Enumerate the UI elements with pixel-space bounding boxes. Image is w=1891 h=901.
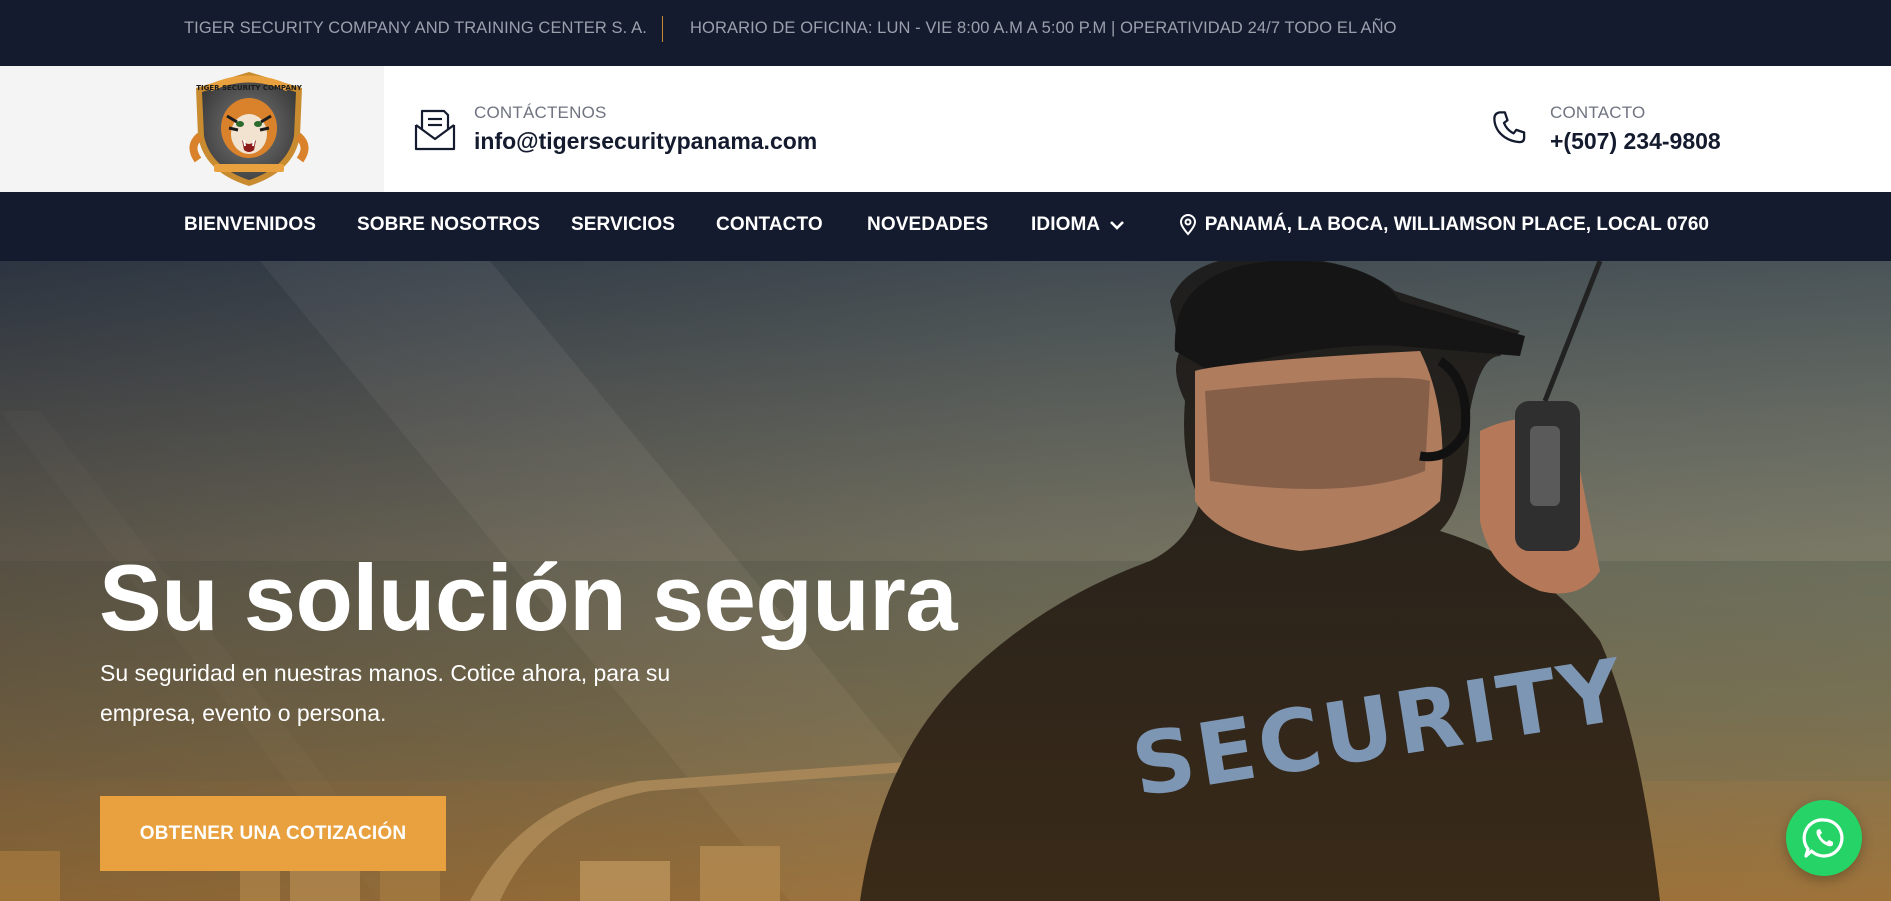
phone-label: CONTACTO	[1550, 103, 1646, 122]
nav-item-idioma-label: IDIOMA	[1031, 214, 1100, 235]
hero-title: Su solución segura	[99, 545, 958, 650]
phone-icon	[1488, 106, 1534, 152]
nav-item-bienvenidos[interactable]: BIENVENIDOS	[184, 214, 316, 236]
nav-item-contacto[interactable]: CONTACTO	[716, 214, 823, 236]
topbar-divider	[662, 16, 663, 42]
svg-text:TIGER SECURITY COMPANY: TIGER SECURITY COMPANY	[196, 84, 302, 92]
envelope-icon	[412, 106, 458, 152]
email-label: CONTÁCTENOS	[474, 103, 607, 122]
hero-subtitle: Su seguridad en nuestras manos. Cotice a…	[100, 660, 671, 726]
nav-address: PANAMÁ, LA BOCA, WILLIAMSON PLACE, LOCAL…	[1179, 214, 1709, 236]
company-name: TIGER SECURITY COMPANY AND TRAINING CENT…	[184, 19, 647, 37]
site-header: TIGER SECURITY COMPANY CONTÁCTENOS info@…	[0, 66, 1891, 192]
email-address[interactable]: info@tigersecuritypanama.com	[474, 128, 817, 155]
hero-section: SECURITY Su solución segura Su seguridad…	[0, 261, 1891, 901]
office-hours: HORARIO DE OFICINA: LUN - VIE 8:00 A.M A…	[690, 19, 1397, 37]
whatsapp-button[interactable]	[1786, 800, 1862, 876]
nav-item-servicios[interactable]: SERVICIOS	[571, 214, 675, 236]
nav-item-sobre-nosotros[interactable]: SOBRE NOSOTROS	[357, 214, 540, 236]
nav-item-novedades[interactable]: NOVEDADES	[867, 214, 988, 236]
email-contact: CONTÁCTENOS info@tigersecuritypanama.com	[412, 66, 817, 192]
phone-contact: CONTACTO +(507) 234-9808	[1488, 66, 1721, 192]
tiger-security-logo[interactable]: TIGER SECURITY COMPANY	[182, 66, 316, 192]
phone-number[interactable]: +(507) 234-9808	[1550, 128, 1721, 155]
top-info-bar: TIGER SECURITY COMPANY AND TRAINING CENT…	[0, 0, 1891, 66]
nav-item-idioma[interactable]: IDIOMA	[1031, 214, 1125, 236]
main-navigation: BIENVENIDOS SOBRE NOSOTROS SERVICIOS CON…	[0, 192, 1891, 261]
whatsapp-icon	[1802, 818, 1844, 858]
address-text: PANAMÁ, LA BOCA, WILLIAMSON PLACE, LOCAL…	[1204, 214, 1709, 235]
get-quote-button[interactable]: OBTENER UNA COTIZACIÓN	[100, 796, 446, 871]
chevron-down-icon	[1109, 221, 1124, 230]
map-pin-icon	[1179, 214, 1197, 236]
logo-container: TIGER SECURITY COMPANY	[0, 66, 384, 192]
